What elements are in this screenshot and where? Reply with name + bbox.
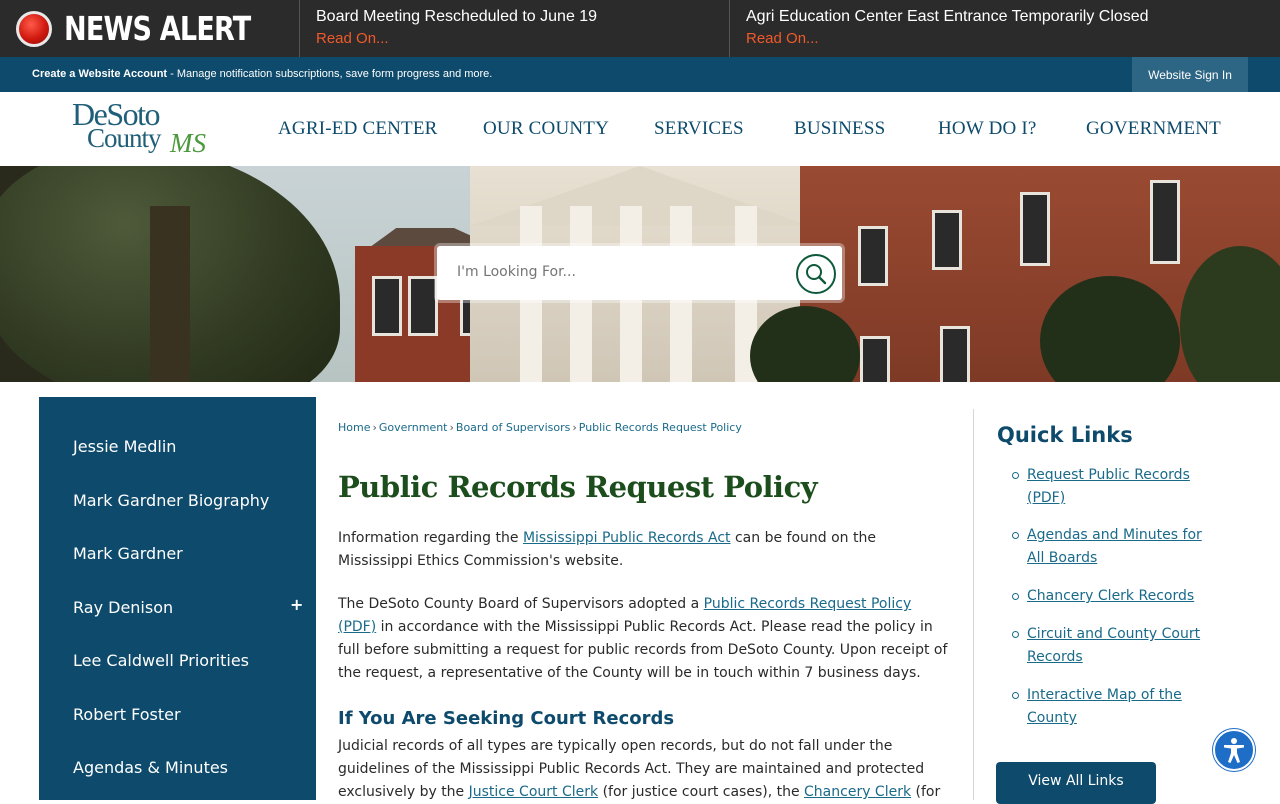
policy-paragraph: The DeSoto County Board of Supervisors a… [338, 593, 950, 685]
alert-headline[interactable]: Agri Education Center East Entrance Temp… [746, 8, 1280, 26]
nav-services[interactable]: SERVICES [654, 118, 744, 140]
sidebar-item-lee-caldwell-priorities[interactable]: Lee Caldwell Priorities [73, 651, 249, 670]
breadcrumb: Home › Government › Board of Supervisors › Pub… [338, 421, 742, 434]
breadcrumb-home[interactable]: Home [338, 421, 370, 434]
nav-our-county[interactable]: OUR COUNTY [483, 118, 609, 140]
alert-item[interactable]: Agri Education Center East Entrance Temp… [730, 0, 1280, 57]
account-bar: Create a Website Account - Manage notifi… [0, 57, 1280, 92]
account-message: Create a Website Account - Manage notifi… [32, 68, 492, 80]
ms-public-records-act-link[interactable]: Mississippi Public Records Act [523, 530, 731, 546]
news-alert-title: NEWS ALERT [64, 9, 251, 48]
intro-paragraph: Information regarding the Mississippi Pu… [338, 527, 950, 573]
sidebar-nav: Jessie Medlin Mark Gardner Biography Mar… [39, 397, 316, 800]
accessibility-icon [1224, 738, 1244, 763]
account-description: - Manage notification subscriptions, sav… [167, 68, 493, 80]
court-records-heading: If You Are Seeking Court Records [338, 708, 675, 729]
nav-agri-ed-center[interactable]: AGRI-ED CENTER [278, 118, 438, 140]
alert-headline[interactable]: Board Meeting Rescheduled to June 19 [316, 8, 729, 26]
desoto-county-logo[interactable]: DeSoto County MS [72, 96, 212, 160]
alert-item[interactable]: Board Meeting Rescheduled to June 19 Rea… [300, 0, 730, 57]
sidebar-item-agendas-minutes[interactable]: Agendas & Minutes [73, 758, 228, 777]
justice-court-clerk-link[interactable]: Justice Court Clerk [469, 784, 599, 800]
quick-link-interactive-map[interactable]: Interactive Map of the County [1027, 684, 1212, 730]
view-all-links-button[interactable]: View All Links [996, 762, 1156, 804]
create-account-link[interactable]: Create a Website Account [32, 68, 167, 80]
sidebar-item-jessie-medlin[interactable]: Jessie Medlin [73, 437, 176, 456]
chancery-clerk-link[interactable]: Chancery Clerk [804, 784, 911, 800]
sidebar-item-ray-denison[interactable]: Ray Denison [73, 598, 173, 617]
sidebar-item-robert-foster[interactable]: Robert Foster [73, 705, 181, 724]
breadcrumb-separator: › [572, 421, 577, 434]
nav-how-do-i[interactable]: HOW DO I? [938, 118, 1037, 140]
breadcrumb-separator: › [449, 421, 454, 434]
alert-dot-icon [16, 10, 52, 47]
bullet-icon [1012, 472, 1019, 479]
news-alert-label: NEWS ALERT [0, 0, 300, 57]
bullet-icon [1012, 532, 1019, 539]
page-title: Public Records Request Policy [338, 470, 818, 504]
news-alert-bar: NEWS ALERT Board Meeting Rescheduled to … [0, 0, 1280, 57]
breadcrumb-board-of-supervisors[interactable]: Board of Supervisors [456, 421, 570, 434]
accessibility-button[interactable] [1213, 729, 1255, 771]
p2-text: The DeSoto County Board of Supervisors a… [338, 596, 704, 612]
expand-plus-icon[interactable]: + [290, 595, 303, 614]
breadcrumb-current[interactable]: Public Records Request Policy [579, 421, 742, 434]
website-sign-in-button[interactable]: Website Sign In [1132, 57, 1248, 92]
breadcrumb-government[interactable]: Government [379, 421, 448, 434]
sidebar-item-mark-gardner-biography[interactable]: Mark Gardner Biography [73, 491, 269, 510]
bullet-icon [1012, 631, 1019, 638]
p2-text: in accordance with the Mississippi Publi… [338, 619, 948, 681]
court-records-paragraph: Judicial records of all types are typica… [338, 735, 950, 804]
search-button[interactable] [796, 254, 836, 294]
column-divider [973, 409, 974, 800]
alert-read-on-link[interactable]: Read On... [316, 30, 729, 47]
breadcrumb-separator: › [372, 421, 377, 434]
logo-line-ms: MS [170, 128, 206, 158]
search-icon [806, 264, 827, 285]
search-box [437, 246, 842, 300]
p3-text: (for [911, 784, 941, 800]
p3-text: (for justice court cases), the [598, 784, 805, 800]
bullet-icon [1012, 692, 1019, 699]
sidebar-item-mark-gardner[interactable]: Mark Gardner [73, 544, 183, 563]
nav-government[interactable]: GOVERNMENT [1086, 118, 1221, 140]
p1-text: Information regarding the [338, 530, 523, 546]
logo-line-county: County [87, 123, 162, 153]
search-input[interactable] [457, 264, 777, 280]
quick-links-title: Quick Links [997, 423, 1133, 447]
quick-link-request-public-records[interactable]: Request Public Records (PDF) [1027, 464, 1212, 510]
quick-link-agendas-minutes[interactable]: Agendas and Minutes for All Boards [1027, 524, 1212, 570]
quick-link-circuit-county-court-records[interactable]: Circuit and County Court Records [1027, 623, 1212, 669]
alert-read-on-link[interactable]: Read On... [746, 30, 1280, 47]
nav-business[interactable]: BUSINESS [794, 118, 885, 140]
quick-link-chancery-clerk-records[interactable]: Chancery Clerk Records [1027, 585, 1212, 608]
bullet-icon [1012, 593, 1019, 600]
site-header: DeSoto County MS AGRI-ED CENTER OUR COUN… [0, 92, 1280, 166]
